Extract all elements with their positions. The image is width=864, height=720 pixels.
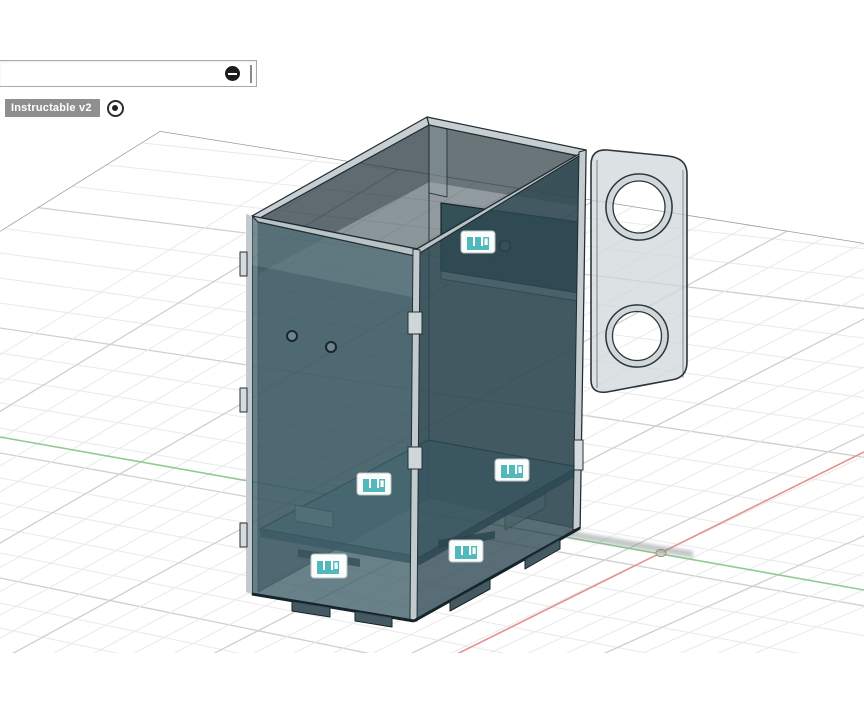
- command-search-bar: [0, 60, 257, 87]
- grid-tick-label: 150: [277, 132, 293, 149]
- edge-notch: [407, 446, 423, 470]
- edge-tab: [573, 439, 584, 471]
- bracket-plate[interactable]: [590, 149, 688, 394]
- model-instructable-box[interactable]: [239, 116, 587, 628]
- radio-marker-icon[interactable]: [106, 99, 124, 117]
- joint-tag[interactable]: [310, 553, 348, 579]
- joint-tag[interactable]: [356, 472, 392, 496]
- 3d-viewport[interactable]: 150 250 450 550: [0, 0, 864, 720]
- edge-tab: [239, 387, 248, 413]
- joint-tag[interactable]: [460, 230, 496, 254]
- joint-tag[interactable]: [494, 458, 530, 482]
- bracket-body[interactable]: [590, 149, 688, 394]
- screw-hole[interactable]: [325, 341, 337, 353]
- edge-tab: [239, 251, 248, 277]
- bracket-hole-ring: [605, 304, 669, 368]
- grid-tick-label: 450: [642, 192, 658, 209]
- text-cursor: [250, 65, 252, 83]
- edge-tab: [239, 522, 248, 548]
- grid-edge-left: [0, 131, 161, 232]
- application-window: 150 250 450 550: [0, 0, 864, 720]
- component-chip: Instructable v2: [5, 99, 124, 117]
- rim-notch: [428, 124, 448, 198]
- joint-tag[interactable]: [448, 539, 484, 563]
- edge-notch: [407, 311, 423, 335]
- bracket-hole-ring: [605, 173, 673, 241]
- grid-tick-label: 550: [758, 212, 774, 229]
- screw-hole[interactable]: [286, 330, 298, 342]
- search-input[interactable]: [4, 63, 208, 85]
- component-chip-label[interactable]: Instructable v2: [5, 99, 100, 117]
- minus-circle-icon[interactable]: [225, 66, 240, 81]
